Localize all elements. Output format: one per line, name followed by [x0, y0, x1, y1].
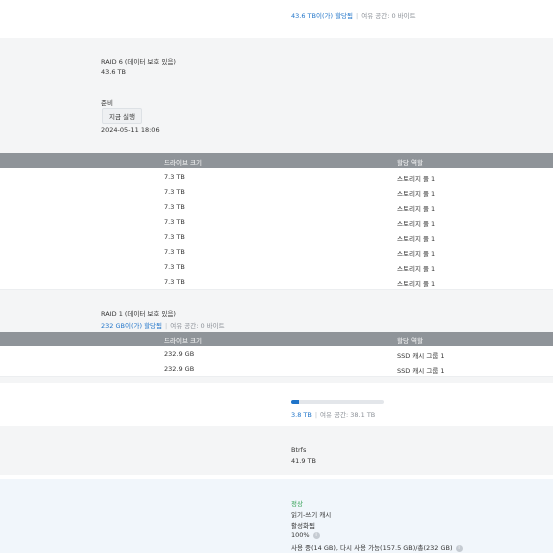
table-row[interactable]: 7.3 TB 스토리지 풀 1 — [0, 214, 553, 230]
pool-free: 여유 공간: 0 바이트 — [361, 12, 416, 20]
table-row[interactable]: 7.3 TB 스토리지 풀 1 — [0, 274, 553, 290]
volume-usage-section: 3.8 TB | 여유 공간: 38.1 TB — [0, 383, 553, 426]
volume-usage-fill — [291, 400, 300, 404]
table-row[interactable]: 7.3 TB 스토리지 풀 1 — [0, 199, 553, 215]
filesystem-type: Btrfs — [291, 446, 307, 454]
raid1-allocated: 232 GB이(가) 할당됨 — [101, 322, 163, 330]
drive-size: 7.3 TB — [164, 173, 185, 181]
drive-role: SSD 캐시 그룹 1 — [397, 367, 445, 375]
pool-allocated: 43.6 TB이(가) 할당됨 — [291, 12, 354, 20]
raid1-section: RAID 1 (데이터 보호 있음) 232 GB이(가) 할당됨 | 여유 공간:… — [0, 290, 553, 332]
drive-size: 232.9 GB — [164, 350, 195, 358]
drive-role: 스토리지 풀 1 — [397, 205, 436, 213]
table-row[interactable]: 7.3 TB 스토리지 풀 1 — [0, 229, 553, 245]
drive-role: 스토리지 풀 1 — [397, 250, 436, 258]
volume-usage-bar — [291, 400, 384, 404]
run-now-button[interactable]: 지금 실행 — [102, 108, 142, 124]
column-drive-size: 드라이브 크기 — [164, 337, 202, 345]
info-icon[interactable]: i — [455, 544, 463, 552]
cache-state: 활성화됨 — [291, 522, 315, 530]
cache-status: 정상 — [291, 500, 303, 508]
raid1-free: 여유 공간: 0 바이트 — [170, 322, 225, 330]
cache-usage-line: 사용 중(14 GB), 다시 사용 가능(157.5 GB)/총(232 GB… — [291, 542, 463, 552]
cache-hit-rate-line: 100% i — [291, 531, 320, 539]
raid1-usage-line: 232 GB이(가) 할당됨 | 여유 공간: 0 바이트 — [101, 322, 225, 330]
ssd-cache-section: 정상 읽기-쓰기 캐시 활성화됨 100% i 사용 중(14 GB), 다시 사… — [0, 479, 553, 553]
drive-size: 7.3 TB — [164, 233, 185, 241]
drive-size: 7.3 TB — [164, 188, 185, 196]
drive-size: 7.3 TB — [164, 203, 185, 211]
table-row[interactable]: 7.3 TB 스토리지 풀 1 — [0, 259, 553, 275]
pool-usage-line: 43.6 TB이(가) 할당됨 | 여유 공간: 0 바이트 — [291, 12, 416, 20]
column-assigned-role: 할당 역할 — [397, 337, 423, 345]
drive-role: 스토리지 풀 1 — [397, 280, 436, 288]
column-drive-size: 드라이브 크기 — [164, 159, 202, 167]
drive-role: SSD 캐시 그룹 1 — [397, 352, 445, 360]
table-row[interactable]: 232.9 GB SSD 캐시 그룹 1 — [0, 346, 553, 362]
filesystem-section: Btrfs 41.9 TB — [0, 426, 553, 475]
drive-size: 232.9 GB — [164, 365, 195, 373]
drive-role: 스토리지 풀 1 — [397, 175, 436, 183]
scrub-status-label: 준비 — [101, 99, 113, 107]
table-row[interactable]: 7.3 TB 스토리지 풀 1 — [0, 184, 553, 200]
column-assigned-role: 할당 역할 — [397, 159, 423, 167]
table-row[interactable]: 232.9 GB SSD 캐시 그룹 1 — [0, 361, 553, 377]
drive-role: 스토리지 풀 1 — [397, 220, 436, 228]
raid6-size: 43.6 TB — [101, 68, 126, 76]
table-row[interactable]: 7.3 TB 스토리지 풀 1 — [0, 244, 553, 260]
raid6-section: RAID 6 (데이터 보호 있음) 43.6 TB 준비 지금 실행 2024… — [0, 38, 553, 153]
drive-size: 7.3 TB — [164, 278, 185, 286]
cache-usage: 사용 중(14 GB), 다시 사용 가능(157.5 GB)/총(232 GB… — [291, 544, 453, 552]
raid6-type: RAID 6 (데이터 보호 있음) — [101, 58, 176, 66]
drive-role: 스토리지 풀 1 — [397, 265, 436, 273]
cache-drives-table-header: 드라이브 크기 할당 역할 — [0, 332, 553, 346]
filesystem-size: 41.9 TB — [291, 457, 316, 465]
volume-free: 여유 공간: 38.1 TB — [320, 411, 376, 419]
volume-usage-line: 3.8 TB | 여유 공간: 38.1 TB — [291, 411, 376, 419]
volume-used: 3.8 TB — [291, 411, 312, 419]
drive-size: 7.3 TB — [164, 248, 185, 256]
drive-size: 7.3 TB — [164, 263, 185, 271]
info-icon[interactable]: i — [312, 531, 320, 539]
raid1-type: RAID 1 (데이터 보호 있음) — [101, 310, 176, 318]
drive-role: 스토리지 풀 1 — [397, 235, 436, 243]
drive-role: 스토리지 풀 1 — [397, 190, 436, 198]
last-run-time: 2024-05-11 18:06 — [101, 126, 160, 134]
cache-hit-rate: 100% — [291, 531, 310, 539]
table-row[interactable]: 7.3 TB 스토리지 풀 1 — [0, 169, 553, 185]
drive-size: 7.3 TB — [164, 218, 185, 226]
pool-summary-section: 43.6 TB이(가) 할당됨 | 여유 공간: 0 바이트 — [0, 0, 553, 38]
cache-mode: 읽기-쓰기 캐시 — [291, 511, 332, 519]
drives-table-header: 드라이브 크기 할당 역할 — [0, 153, 553, 168]
